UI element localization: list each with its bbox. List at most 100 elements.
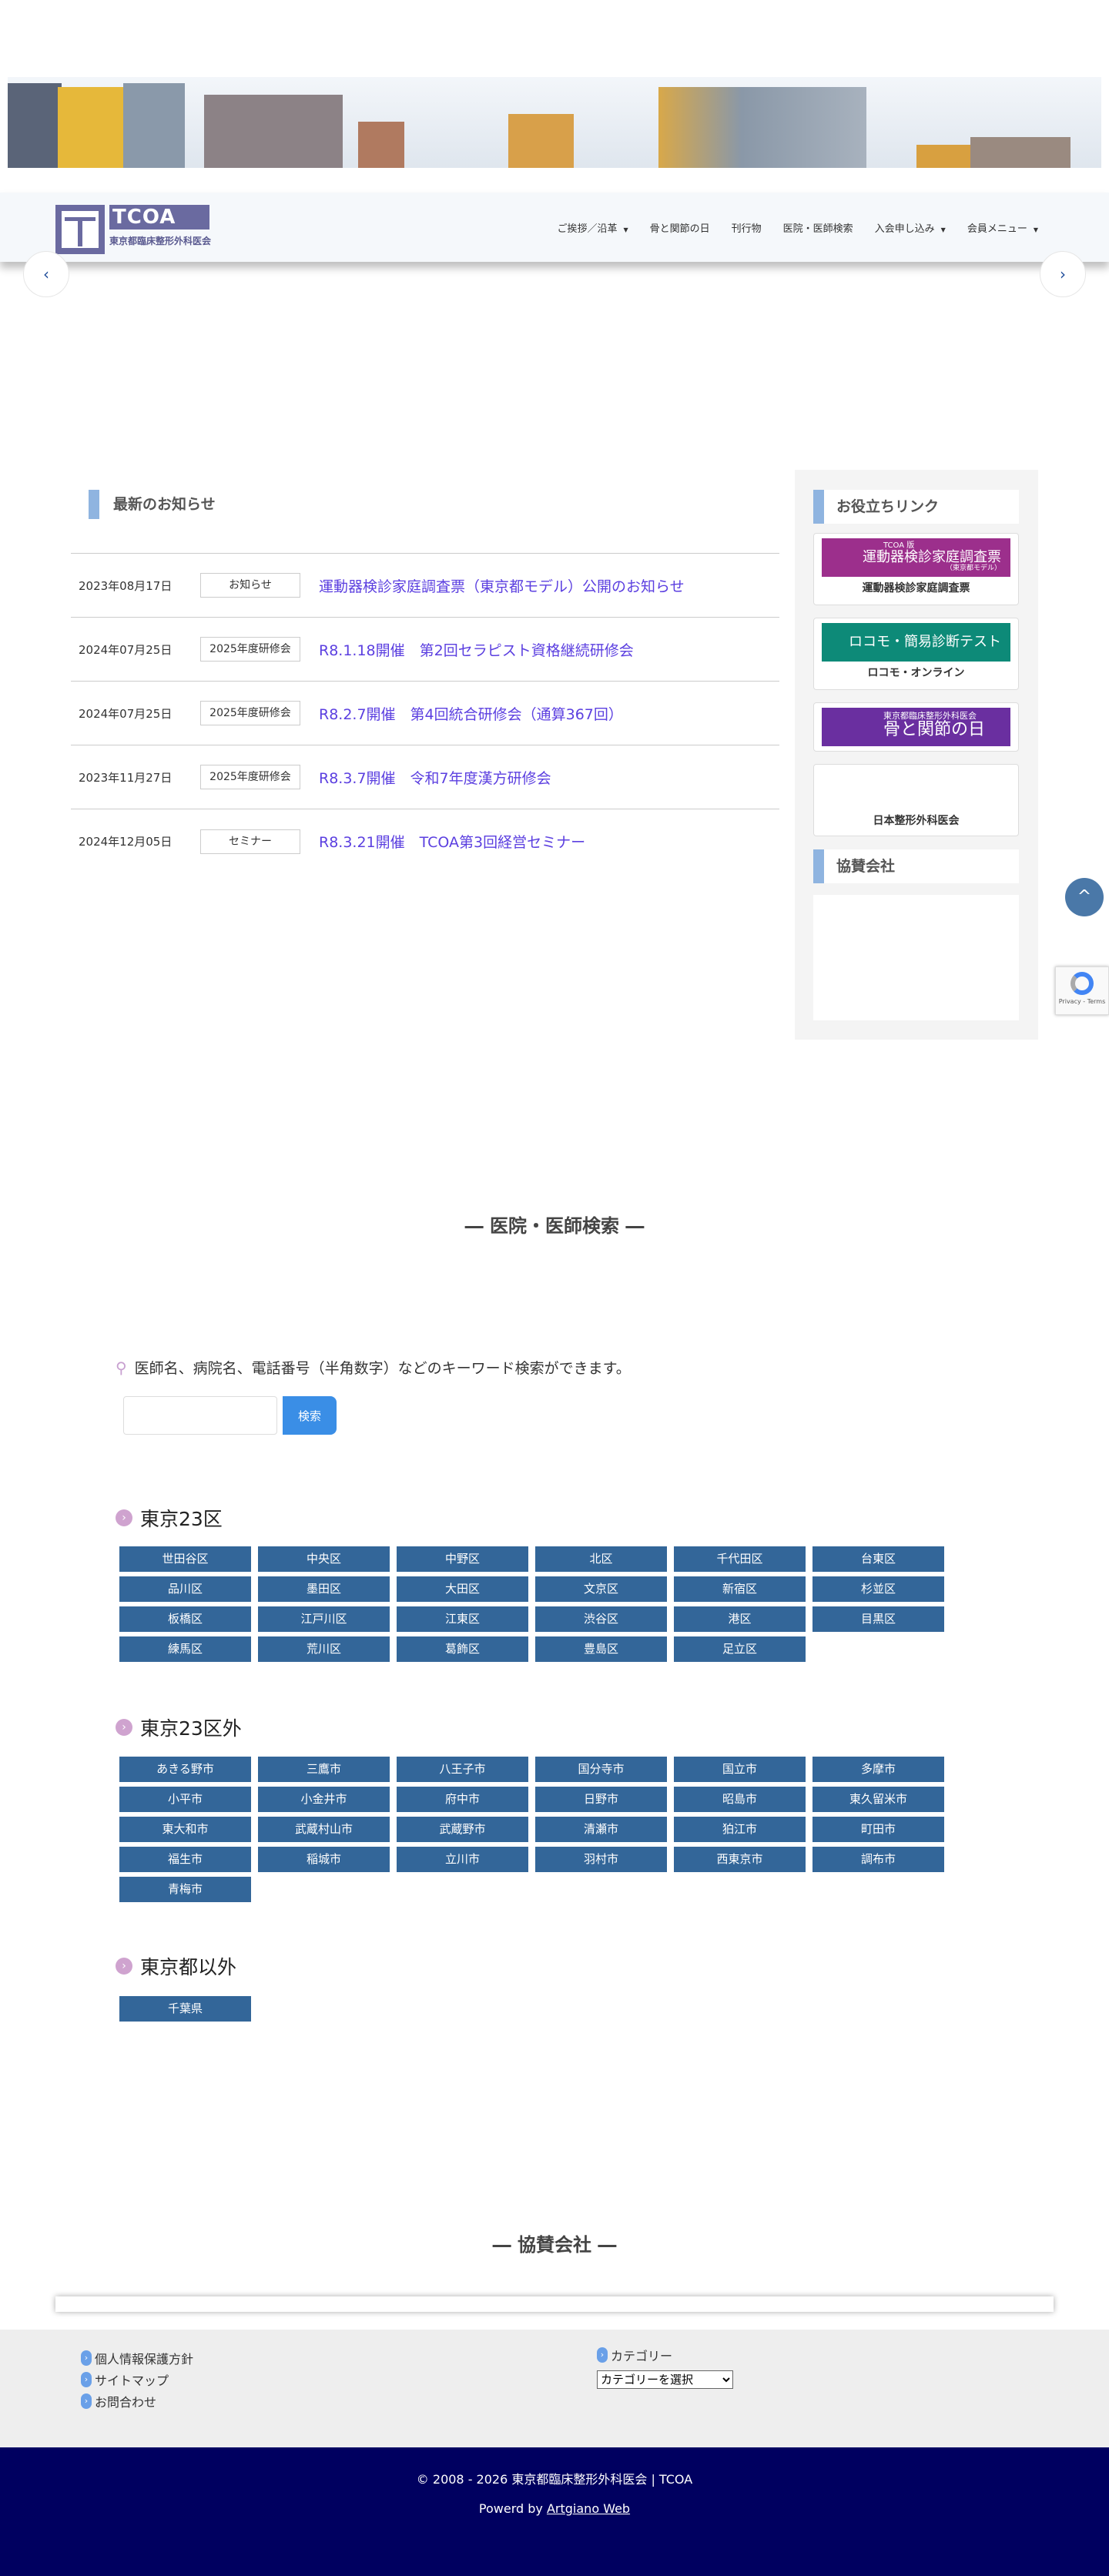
- area-button[interactable]: 板橋区: [119, 1606, 251, 1632]
- banner-text: 骨と関節の日: [883, 720, 986, 740]
- recaptcha-links[interactable]: Privacy - Terms: [1059, 998, 1106, 1005]
- slider-prev-button[interactable]: ‹: [23, 251, 69, 297]
- area-button[interactable]: 渋谷区: [535, 1606, 667, 1632]
- area-button[interactable]: 杉並区: [812, 1576, 944, 1602]
- area-button[interactable]: 府中市: [397, 1787, 528, 1812]
- area-button[interactable]: 東大和市: [119, 1817, 251, 1842]
- area-button[interactable]: 武蔵村山市: [258, 1817, 390, 1842]
- footer-copyright: © 2008 - 2026 東京都臨床整形外科医会 | TCOA Powerd …: [0, 2447, 1109, 2576]
- area-button[interactable]: 練馬区: [119, 1636, 251, 1662]
- chevron-right-icon: ›: [81, 2350, 92, 2366]
- footer-link-sitemap[interactable]: › サイトマップ: [81, 2370, 169, 2389]
- area-heading-outside-tokyo: › 東京都以外: [116, 1952, 236, 1980]
- area-button[interactable]: 三鷹市: [258, 1757, 390, 1782]
- link-caption: 運動器検診家庭調査票: [862, 582, 970, 595]
- area-button[interactable]: 国分寺市: [535, 1757, 667, 1782]
- area-button[interactable]: 新宿区: [674, 1576, 806, 1602]
- sidebar: お役立ちリンク TCOA 版 運動器検診家庭調査票 （東京都モデル） 運動器検診…: [795, 470, 1038, 1040]
- area-title: 東京都以外: [140, 1956, 237, 1978]
- area-button[interactable]: 台東区: [812, 1546, 944, 1572]
- nav-label: 入会申し込み: [874, 223, 935, 235]
- area-button[interactable]: 港区: [674, 1606, 806, 1632]
- area-button[interactable]: 稲城市: [258, 1847, 390, 1872]
- news-category-badge[interactable]: 2025年度研修会: [200, 637, 300, 662]
- site-logo[interactable]: TCOA 東京都臨床整形外科医会: [55, 205, 211, 254]
- news-title-link[interactable]: R8.2.7開催 第4回統合研修会（通算367回）: [319, 703, 623, 724]
- keyword-search-input[interactable]: [123, 1396, 277, 1435]
- nav-bone-joint-day[interactable]: 骨と関節の日: [650, 220, 710, 235]
- area-button[interactable]: 大田区: [397, 1576, 528, 1602]
- logo-mark-icon: [55, 205, 105, 254]
- area-button[interactable]: 昭島市: [674, 1787, 806, 1812]
- area-button[interactable]: 中央区: [258, 1546, 390, 1572]
- area-button[interactable]: 中野区: [397, 1546, 528, 1572]
- area-button[interactable]: 日野市: [535, 1787, 667, 1812]
- area-button[interactable]: 八王子市: [397, 1757, 528, 1782]
- area-button[interactable]: 墨田区: [258, 1576, 390, 1602]
- nav-member-menu[interactable]: 会員メニュー ▼: [967, 220, 1038, 235]
- powered-prefix: Powerd by: [478, 2501, 547, 2516]
- area-button[interactable]: 足立区: [674, 1636, 806, 1662]
- news-date: 2024年12月05日: [79, 835, 173, 849]
- area-button[interactable]: 江戸川区: [258, 1606, 390, 1632]
- area-button[interactable]: 国立市: [674, 1757, 806, 1782]
- news-category-badge[interactable]: 2025年度研修会: [200, 765, 300, 789]
- news-list: 2023年08月17日 お知らせ 運動器検診家庭調査票（東京都モデル）公開のお知らせ…: [71, 553, 779, 873]
- area-button[interactable]: 荒川区: [258, 1636, 390, 1662]
- area-button[interactable]: 多摩市: [812, 1757, 944, 1782]
- recaptcha-badge[interactable]: Privacy - Terms: [1055, 966, 1109, 1015]
- news-category-badge[interactable]: 2025年度研修会: [200, 701, 300, 725]
- back-to-top-button[interactable]: ^: [1065, 878, 1104, 916]
- main-nav: ご挨拶／沿革 ▼ 骨と関節の日 刊行物 医院・医師検索 入会申し込み ▼ 会員メニュ…: [557, 220, 1038, 235]
- area-button[interactable]: 狛江市: [674, 1817, 806, 1842]
- area-button[interactable]: 文京区: [535, 1576, 667, 1602]
- footer-link-contact[interactable]: › お問合わせ: [81, 2392, 156, 2410]
- artgiano-link[interactable]: Artgiano Web: [547, 2501, 630, 2516]
- chevron-right-icon: ›: [116, 1719, 132, 1736]
- recaptcha-icon: [1070, 972, 1094, 995]
- area-button[interactable]: 小金井市: [258, 1787, 390, 1812]
- area-button[interactable]: 福生市: [119, 1847, 251, 1872]
- news-category-badge[interactable]: セミナー: [200, 829, 300, 854]
- link-card-locomotive-survey[interactable]: TCOA 版 運動器検診家庭調査票 （東京都モデル） 運動器検診家庭調査票: [813, 533, 1019, 605]
- area-button[interactable]: 青梅市: [119, 1877, 251, 1902]
- link-card-locomo-online[interactable]: ロコモ・簡易診断テスト ロコモ・オンライン: [813, 618, 1019, 690]
- news-category-badge[interactable]: お知らせ: [200, 573, 300, 598]
- area-button[interactable]: 羽村市: [535, 1847, 667, 1872]
- news-title-link[interactable]: 運動器検診家庭調査票（東京都モデル）公開のお知らせ: [319, 575, 685, 596]
- news-title-link[interactable]: R8.3.21開催 TCOA第3回経営セミナー: [319, 831, 585, 852]
- news-title-link[interactable]: R8.1.18開催 第2回セラピスト資格継続研修会: [319, 639, 634, 660]
- clinic-search-heading: ― 医院・医師検索 ―: [464, 1215, 645, 1237]
- area-button[interactable]: 豊島区: [535, 1636, 667, 1662]
- link-card-joa[interactable]: 日本整形外科医会: [813, 764, 1019, 836]
- area-button[interactable]: 町田市: [812, 1817, 944, 1842]
- footer-link-privacy[interactable]: › 個人情報保護方針: [81, 2349, 193, 2367]
- area-button[interactable]: 目黒区: [812, 1606, 944, 1632]
- nav-clinic-search[interactable]: 医院・医師検索: [783, 220, 853, 235]
- area-button[interactable]: 品川区: [119, 1576, 251, 1602]
- area-button[interactable]: 世田谷区: [119, 1546, 251, 1572]
- area-button[interactable]: 武蔵野市: [397, 1817, 528, 1842]
- nav-publications[interactable]: 刊行物: [732, 220, 762, 235]
- news-title-link[interactable]: R8.3.7開催 令和7年度漢方研修会: [319, 767, 551, 788]
- area-button[interactable]: 東久留米市: [812, 1787, 944, 1812]
- area-button[interactable]: 清瀬市: [535, 1817, 667, 1842]
- area-button[interactable]: 立川市: [397, 1847, 528, 1872]
- nav-greeting[interactable]: ご挨拶／沿革 ▼: [557, 220, 628, 235]
- area-button[interactable]: 葛飾区: [397, 1636, 528, 1662]
- category-select[interactable]: カテゴリーを選択: [597, 2370, 733, 2389]
- slider-next-button[interactable]: ›: [1040, 251, 1086, 297]
- chevron-right-icon: ›: [116, 1958, 132, 1975]
- area-button[interactable]: 江東区: [397, 1606, 528, 1632]
- area-button[interactable]: 調布市: [812, 1847, 944, 1872]
- area-button[interactable]: 北区: [535, 1546, 667, 1572]
- area-button[interactable]: あきる野市: [119, 1757, 251, 1782]
- area-button[interactable]: 小平市: [119, 1787, 251, 1812]
- area-button[interactable]: 千葉県: [119, 1996, 251, 2022]
- nav-membership[interactable]: 入会申し込み ▼: [875, 220, 946, 235]
- area-title: 東京23区外: [140, 1717, 242, 1740]
- area-button[interactable]: 西東京市: [674, 1847, 806, 1872]
- link-card-bone-joint-day[interactable]: 東京都臨床整形外科医会 骨と関節の日: [813, 702, 1019, 752]
- search-button[interactable]: 検索: [283, 1396, 337, 1435]
- area-button[interactable]: 千代田区: [674, 1546, 806, 1572]
